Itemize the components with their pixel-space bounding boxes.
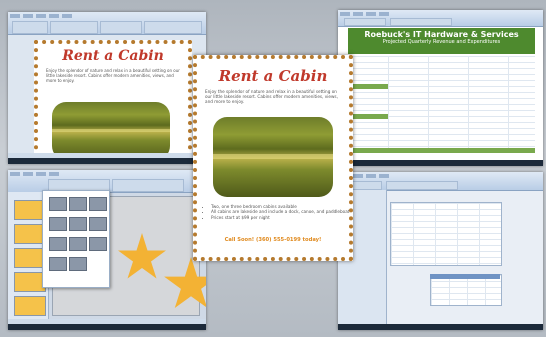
taskbar — [338, 160, 543, 166]
taskbar — [8, 158, 206, 164]
flyer-document-large: Rent a Cabin Enjoy the splendor of natur… — [193, 55, 353, 261]
flyer-bullet: Prices start at $99 per night — [211, 215, 351, 220]
spreadsheet-title: Roebuck's IT Hardware & Services — [364, 30, 519, 39]
excel-ribbon — [338, 10, 543, 27]
powerpoint-window-thumbnail[interactable] — [8, 170, 206, 330]
flyer-page: Rent a Cabin Enjoy the splendor of natur… — [34, 40, 192, 164]
taskbar — [338, 324, 543, 330]
data-table — [390, 202, 502, 266]
spreadsheet-header: Roebuck's IT Hardware & Services Project… — [348, 28, 535, 54]
flyer-title: Rent a Cabin — [62, 48, 164, 64]
flyer-intro: Enjoy the splendor of nature and relax i… — [205, 89, 338, 105]
word-window-thumbnail[interactable]: Rent a Cabin Enjoy the splendor of natur… — [8, 12, 206, 164]
lake-photo — [52, 102, 170, 160]
word-ribbon — [8, 12, 206, 35]
taskbar — [8, 324, 206, 330]
spreadsheet-subtitle: Projected Quarterly Revenue and Expendit… — [382, 39, 501, 45]
database-window-thumbnail[interactable] — [338, 172, 543, 330]
spreadsheet-grid — [348, 56, 535, 152]
database-ribbon — [338, 172, 543, 191]
flyer-title: Rent a Cabin — [218, 67, 328, 85]
sun-shape — [164, 257, 206, 308]
flyer-bullet-list: Two, one three bedroom cabins available … — [199, 204, 351, 220]
sun-shape — [118, 233, 166, 279]
lake-photo — [213, 117, 333, 197]
flyer-intro: Enjoy the splendor of nature and relax i… — [46, 68, 180, 83]
flyer-call-to-action: Call Soon! (360) 555-0199 today! — [224, 237, 322, 243]
excel-window-thumbnail[interactable]: Roebuck's IT Hardware & Services Project… — [338, 10, 543, 166]
shape-gallery-dropdown[interactable] — [42, 190, 110, 288]
